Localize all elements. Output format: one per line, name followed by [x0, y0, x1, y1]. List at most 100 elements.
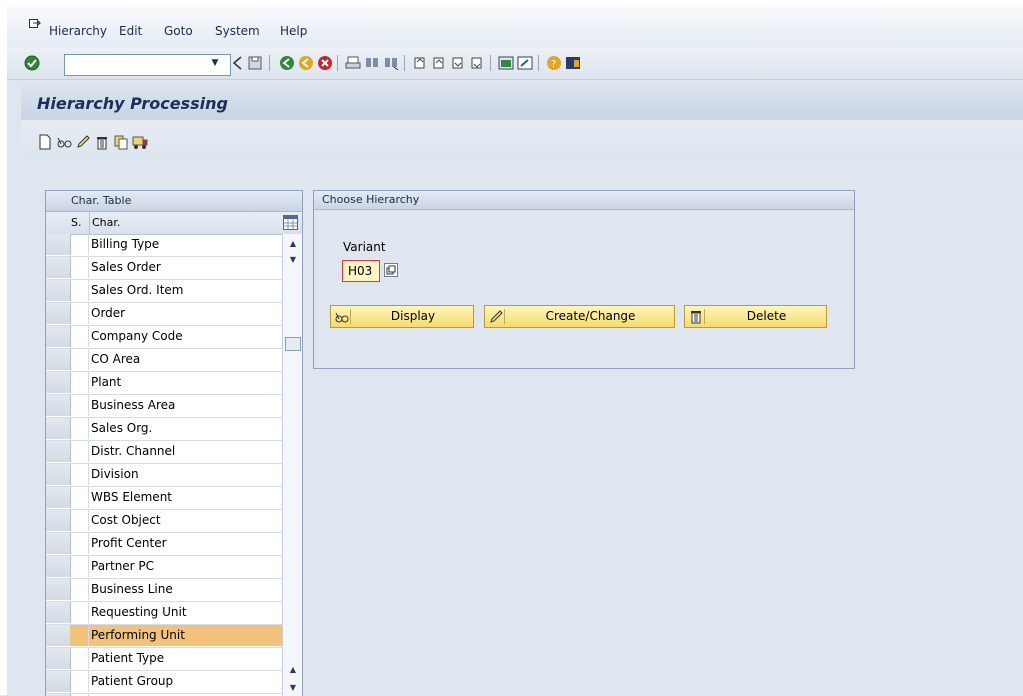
scroll-up-icon[interactable]: ▲	[285, 237, 301, 251]
char-cell[interactable]: Sales Org.	[89, 418, 282, 439]
char-cell[interactable]: Patient Group	[89, 671, 282, 692]
row-selector[interactable]	[46, 395, 71, 416]
char-cell[interactable]: WBS Element	[89, 487, 282, 508]
char-cell[interactable]: Partner PC	[89, 556, 282, 577]
table-row[interactable]: Partner PC	[46, 556, 282, 579]
first-page-icon[interactable]	[412, 55, 428, 71]
row-selector[interactable]	[46, 487, 71, 508]
char-cell[interactable]: Requesting Unit	[89, 602, 282, 623]
char-cell[interactable]: Business Area	[89, 395, 282, 416]
row-s-cell[interactable]	[70, 533, 89, 554]
row-s-cell[interactable]	[70, 418, 89, 439]
menu-hierarchy[interactable]: Hierarchy	[49, 24, 107, 38]
row-selector[interactable]	[46, 326, 71, 347]
shortcut-icon[interactable]	[517, 55, 533, 71]
row-s-cell[interactable]	[70, 625, 89, 646]
vertical-scrollbar[interactable]: ▲ ▼ ▲ ▼	[282, 234, 302, 696]
table-row[interactable]: Billing Type	[46, 234, 282, 257]
table-row[interactable]: Distr. Channel	[46, 441, 282, 464]
create-change-button[interactable]: Create/Change	[484, 305, 675, 328]
table-row[interactable]: Sales Order	[46, 257, 282, 280]
row-selector[interactable]	[46, 441, 71, 462]
menu-help[interactable]: Help	[280, 24, 307, 38]
delete-trash-icon[interactable]	[94, 134, 110, 150]
help-icon[interactable]: ?	[546, 55, 562, 71]
back-icon[interactable]	[279, 55, 295, 71]
table-row[interactable]: Sales Ord. Item	[46, 280, 282, 303]
scroll-thumb[interactable]	[285, 337, 301, 351]
find-icon[interactable]	[364, 55, 380, 71]
save-icon[interactable]	[247, 55, 263, 71]
char-cell[interactable]: Billing Type	[89, 234, 282, 255]
back-triangle-icon[interactable]	[230, 55, 246, 71]
table-row[interactable]: Sales Org.	[46, 418, 282, 441]
table-row[interactable]: Patient Type	[46, 648, 282, 671]
row-selector[interactable]	[46, 533, 71, 554]
value-help-icon[interactable]	[384, 263, 398, 277]
table-row[interactable]: Plant	[46, 372, 282, 395]
row-s-cell[interactable]	[70, 441, 89, 462]
row-s-cell[interactable]	[70, 464, 89, 485]
char-cell[interactable]: Patient Type	[89, 648, 282, 669]
transport-icon[interactable]	[132, 134, 148, 150]
delete-button[interactable]: Delete	[684, 305, 827, 328]
copy-icon[interactable]	[113, 134, 129, 150]
row-selector[interactable]	[46, 602, 71, 623]
row-selector[interactable]	[46, 648, 71, 669]
scroll-down-icon[interactable]: ▼	[285, 681, 301, 695]
find-next-icon[interactable]	[383, 55, 399, 71]
row-s-cell[interactable]	[70, 349, 89, 370]
exit-icon[interactable]	[298, 55, 314, 71]
row-s-cell[interactable]	[70, 326, 89, 347]
table-row[interactable]: Order	[46, 303, 282, 326]
last-page-icon[interactable]	[469, 55, 485, 71]
menu-edit[interactable]: Edit	[119, 24, 142, 38]
row-selector[interactable]	[46, 671, 71, 692]
menu-system[interactable]: System	[215, 24, 260, 38]
column-header-char[interactable]: Char.	[89, 212, 120, 234]
table-row[interactable]: CO Area	[46, 349, 282, 372]
row-selector[interactable]	[46, 349, 71, 370]
next-page-icon[interactable]	[450, 55, 466, 71]
row-s-cell[interactable]	[70, 671, 89, 692]
row-selector[interactable]	[46, 625, 71, 646]
char-cell[interactable]: Sales Order	[89, 257, 282, 278]
table-row[interactable]: Division	[46, 464, 282, 487]
scroll-page-down-icon[interactable]: ▼	[285, 253, 301, 267]
column-header-s[interactable]: S.	[71, 212, 81, 234]
char-cell[interactable]: Distr. Channel	[89, 441, 282, 462]
display-glasses-icon[interactable]	[56, 134, 72, 150]
variant-input[interactable]: H03	[342, 260, 380, 282]
char-cell[interactable]: Profit Center	[89, 533, 282, 554]
cancel-icon[interactable]	[317, 55, 333, 71]
table-row[interactable]: Requesting Unit	[46, 602, 282, 625]
system-menu-icon[interactable]	[29, 19, 41, 29]
table-row[interactable]: WBS Element	[46, 487, 282, 510]
row-s-cell[interactable]	[70, 234, 89, 255]
row-s-cell[interactable]	[70, 303, 89, 324]
row-selector[interactable]	[46, 579, 71, 600]
row-s-cell[interactable]	[70, 579, 89, 600]
row-selector[interactable]	[46, 372, 71, 393]
row-s-cell[interactable]	[70, 556, 89, 577]
customize-layout-icon[interactable]	[565, 55, 581, 71]
row-s-cell[interactable]	[70, 280, 89, 301]
char-cell[interactable]: Order	[89, 303, 282, 324]
row-s-cell[interactable]	[70, 602, 89, 623]
table-row[interactable]: Cost Object	[46, 510, 282, 533]
row-s-cell[interactable]	[70, 395, 89, 416]
row-selector[interactable]	[46, 280, 71, 301]
char-cell[interactable]: Plant	[89, 372, 282, 393]
char-cell[interactable]: Sales Ord. Item	[89, 280, 282, 301]
display-button[interactable]: Display	[330, 305, 474, 328]
char-cell[interactable]: Division	[89, 464, 282, 485]
row-s-cell[interactable]	[70, 510, 89, 531]
create-icon[interactable]	[37, 134, 53, 150]
row-selector[interactable]	[46, 418, 71, 439]
char-cell[interactable]: Cost Object	[89, 510, 282, 531]
table-row[interactable]: Company Code	[46, 326, 282, 349]
row-s-cell[interactable]	[70, 257, 89, 278]
char-cell[interactable]: CO Area	[89, 349, 282, 370]
row-s-cell[interactable]	[70, 487, 89, 508]
char-cell[interactable]: Performing Unit	[89, 625, 282, 646]
